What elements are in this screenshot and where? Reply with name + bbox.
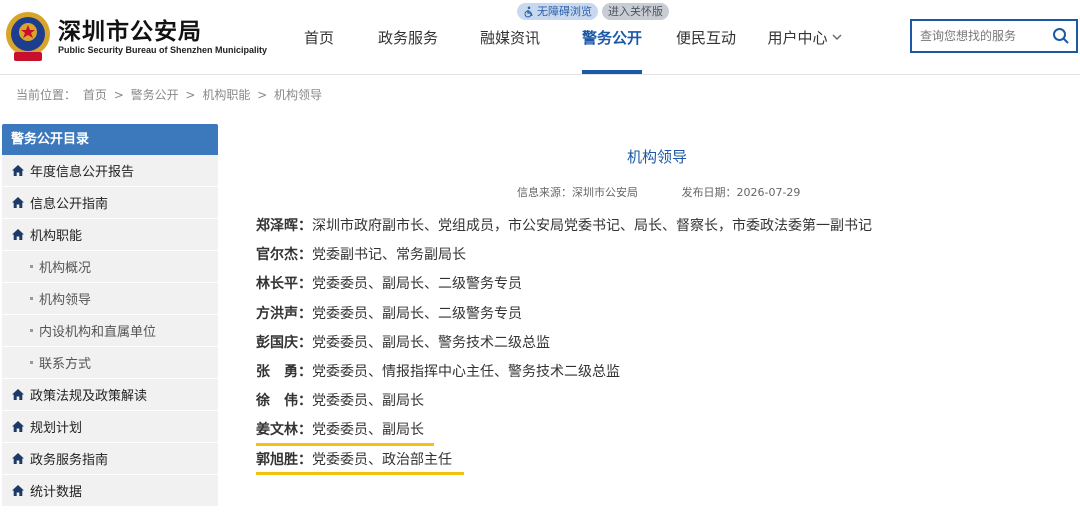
- leader-row-highlighted: 姜文林：党委委员、副局长: [256, 416, 872, 446]
- article-source: 信息来源：深圳市公安局: [517, 186, 638, 199]
- bullet-icon: [30, 265, 33, 268]
- home-icon: [12, 453, 24, 464]
- sidebar-subitem-label: 内设机构和直属单位: [39, 325, 157, 340]
- search-box: [910, 19, 1078, 53]
- sidebar-item-label: 政策法规及政策解读: [30, 389, 148, 404]
- sidebar-item-annual-report[interactable]: 年度信息公开报告: [2, 155, 218, 187]
- nav-label: 用户中心: [767, 28, 828, 47]
- breadcrumb-separator: >: [257, 88, 268, 102]
- breadcrumb-separator: >: [113, 88, 124, 102]
- article-meta: 信息来源：深圳市公安局 发布日期：2026-07-29: [517, 184, 840, 200]
- leader-role: 党委副书记、常务副局长: [312, 247, 466, 264]
- search-icon[interactable]: [1052, 27, 1070, 45]
- home-icon: [12, 197, 24, 208]
- leader-role: 深圳市政府副市长、党组成员，市公安局党委书记、局长、督察长，市委政法委第一副书记: [312, 218, 872, 234]
- bullet-icon: [30, 329, 33, 332]
- nav-label: 政务服务: [377, 28, 438, 47]
- breadcrumb-current[interactable]: 机构领导: [274, 88, 322, 102]
- leader-row: 徐 伟：党委委员、副局长: [256, 387, 872, 416]
- sidebar-subitem-label: 联系方式: [39, 357, 92, 372]
- nav-label: 融媒资讯: [479, 28, 540, 47]
- police-emblem-icon[interactable]: [4, 8, 52, 64]
- article-date: 发布日期：2026-07-29: [681, 186, 801, 199]
- leader-role: 党委委员、政治部主任: [312, 451, 452, 468]
- leader-name: 方洪声：: [256, 305, 312, 322]
- nav-police-affairs[interactable]: 警务公开: [582, 0, 642, 74]
- site-subtitle: Public Security Bureau of Shenzhen Munic…: [58, 45, 268, 55]
- leader-list: 郑泽晖：深圳市政府副市长、党组成员，市公安局党委书记、局长、督察长，市委政法委第…: [256, 212, 872, 475]
- leader-name: 林长平：: [256, 276, 312, 293]
- bullet-icon: [30, 297, 33, 300]
- leader-name: 张 勇：: [256, 363, 312, 380]
- sidebar-item-label: 统计数据: [30, 485, 83, 500]
- sidebar-subitem-label: 机构领导: [39, 293, 92, 308]
- home-icon: [12, 389, 24, 400]
- site-title[interactable]: 深圳市公安局: [58, 12, 202, 46]
- leader-role: 党委委员、情报指挥中心主任、警务技术二级总监: [312, 363, 620, 380]
- highlight-underline: [256, 471, 464, 475]
- leader-name: 彭国庆：: [256, 334, 312, 351]
- sidebar-item-label: 政务服务指南: [30, 453, 109, 468]
- sidebar-item-label: 规划计划: [30, 421, 83, 436]
- sidebar-item-plans[interactable]: 规划计划: [2, 411, 218, 443]
- search-input[interactable]: [912, 21, 1058, 51]
- nav-user-center[interactable]: 用户中心: [750, 0, 860, 74]
- sidebar-item-statistics[interactable]: 统计数据: [2, 475, 218, 507]
- bullet-icon: [30, 361, 33, 364]
- leader-role: 党委委员、副局长、警务技术二级总监: [312, 334, 550, 351]
- nav-label: 首页: [303, 28, 334, 47]
- leader-row: 方洪声：党委委员、副局长、二级警务专员: [256, 300, 872, 329]
- nav-label: 警务公开: [582, 28, 643, 47]
- leader-name: 官尔杰：: [256, 247, 312, 264]
- article-title: 机构领导: [626, 148, 687, 166]
- breadcrumb: 当前位置： 首页 > 警务公开 > 机构职能 > 机构领导: [16, 86, 325, 103]
- home-icon: [12, 485, 24, 496]
- sidebar-item-label: 机构职能: [30, 229, 83, 244]
- sidebar-item-label: 年度信息公开报告: [30, 165, 135, 180]
- sidebar-subitem-leaders[interactable]: 机构领导: [2, 283, 218, 315]
- breadcrumb-police-affairs[interactable]: 警务公开: [131, 88, 179, 102]
- home-icon: [12, 165, 24, 176]
- breadcrumb-prefix: 当前位置：: [16, 88, 77, 102]
- leader-row: 彭国庆：党委委员、副局长、警务技术二级总监: [256, 329, 872, 358]
- nav-label: 便民互动: [675, 28, 736, 47]
- leader-role: 党委委员、副局长: [312, 393, 424, 410]
- leader-role: 党委委员、副局长: [312, 422, 424, 439]
- sidebar-item-guide[interactable]: 信息公开指南: [2, 187, 218, 219]
- sidebar-title: 警务公开目录: [2, 124, 218, 155]
- leader-role: 党委委员、副局长、二级警务专员: [312, 276, 522, 293]
- nav-home[interactable]: 首页: [280, 0, 358, 74]
- leader-role: 党委委员、副局长、二级警务专员: [312, 305, 522, 322]
- sidebar-subitem-departments[interactable]: 内设机构和直属单位: [2, 315, 218, 347]
- breadcrumb-home[interactable]: 首页: [83, 88, 107, 102]
- sidebar-item-label: 信息公开指南: [30, 197, 109, 212]
- home-icon: [12, 421, 24, 432]
- leader-name: 姜文林：: [256, 422, 312, 439]
- sidebar-subitem-overview[interactable]: 机构概况: [2, 251, 218, 283]
- nav-media[interactable]: 融媒资讯: [458, 0, 562, 74]
- leader-row-highlighted: 郭旭胜：党委委员、政治部主任: [256, 446, 872, 475]
- sidebar-subitem-contact[interactable]: 联系方式: [2, 347, 218, 379]
- sidebar: 警务公开目录 年度信息公开报告 信息公开指南 机构职能 机构概况 机构领导 内设…: [2, 124, 218, 507]
- nav-interaction[interactable]: 便民互动: [662, 0, 750, 74]
- leader-row: 郑泽晖：深圳市政府副市长、党组成员，市公安局党委书记、局长、督察长，市委政法委第…: [256, 212, 872, 241]
- sidebar-subitem-label: 机构概况: [39, 261, 92, 276]
- header: 深圳市公安局 Public Security Bureau of Shenzhe…: [0, 0, 1080, 75]
- breadcrumb-separator: >: [185, 88, 196, 102]
- main-nav: 首页 政务服务 融媒资讯 警务公开 便民互动 用户中心: [280, 0, 860, 74]
- sidebar-item-policy[interactable]: 政策法规及政策解读: [2, 379, 218, 411]
- leader-name: 郑泽晖：: [256, 218, 312, 234]
- leader-name: 徐 伟：: [256, 393, 312, 410]
- home-icon: [12, 229, 24, 240]
- leader-row: 林长平：党委委员、副局长、二级警务专员: [256, 270, 872, 299]
- sidebar-item-service-guide[interactable]: 政务服务指南: [2, 443, 218, 475]
- leader-row: 张 勇：党委委员、情报指挥中心主任、警务技术二级总监: [256, 358, 872, 387]
- leader-name: 郭旭胜：: [256, 451, 312, 468]
- sidebar-item-functions[interactable]: 机构职能: [2, 219, 218, 251]
- chevron-down-icon: [832, 34, 841, 40]
- leader-row: 官尔杰：党委副书记、常务副局长: [256, 241, 872, 270]
- nav-services[interactable]: 政务服务: [358, 0, 458, 74]
- breadcrumb-functions[interactable]: 机构职能: [202, 88, 250, 102]
